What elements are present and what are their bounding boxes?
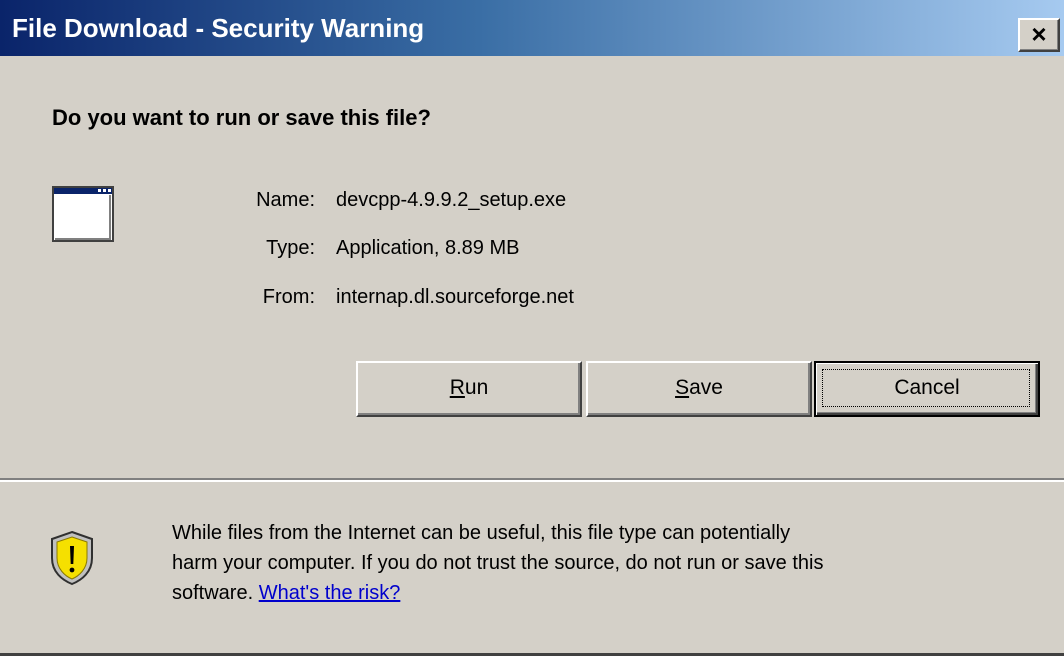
- file-source-value: internap.dl.sourceforge.net: [336, 286, 574, 308]
- type-label: Type:: [266, 237, 315, 259]
- save-label: ave: [689, 376, 723, 399]
- warning-line-2: harm your computer. If you do not trust …: [172, 552, 824, 574]
- close-button[interactable]: ×: [1018, 18, 1060, 52]
- run-button[interactable]: Run: [356, 361, 582, 417]
- security-warning-dialog: File Download - Security Warning × Do yo…: [0, 0, 1064, 656]
- cancel-button[interactable]: Cancel: [814, 361, 1040, 417]
- save-accelerator: S: [675, 376, 690, 399]
- close-icon: ×: [1031, 19, 1047, 49]
- from-label: From:: [262, 286, 315, 308]
- name-label-wrap: Name:: [180, 186, 315, 214]
- title-bar[interactable]: File Download - Security Warning ×: [0, 0, 1064, 56]
- dialog-title: File Download - Security Warning: [12, 13, 425, 43]
- question-heading: Do you want to run or save this file?: [52, 105, 431, 130]
- security-shield-icon: [51, 530, 93, 586]
- separator: [0, 478, 1064, 482]
- file-name-value: devcpp-4.9.9.2_setup.exe: [336, 189, 567, 211]
- warning-line-1: While files from the Internet can be use…: [172, 522, 791, 544]
- application-window-icon: [52, 186, 114, 242]
- file-type-value: Application, 8.89 MB: [336, 237, 520, 259]
- warning-line-3: software. What's the risk?: [172, 578, 1052, 608]
- run-label: un: [464, 376, 489, 399]
- focus-rectangle: [822, 369, 1030, 407]
- warning-line-3-text: software.: [172, 582, 259, 604]
- from-label-wrap: From:: [180, 283, 315, 311]
- security-warning-text: While files from the Internet can be use…: [172, 518, 1052, 608]
- type-label-wrap: Type:: [180, 234, 315, 262]
- whats-the-risk-link[interactable]: What's the risk?: [259, 582, 401, 604]
- name-label: Name:: [256, 189, 315, 211]
- run-accelerator: R: [449, 376, 465, 399]
- save-button[interactable]: Save: [586, 361, 812, 417]
